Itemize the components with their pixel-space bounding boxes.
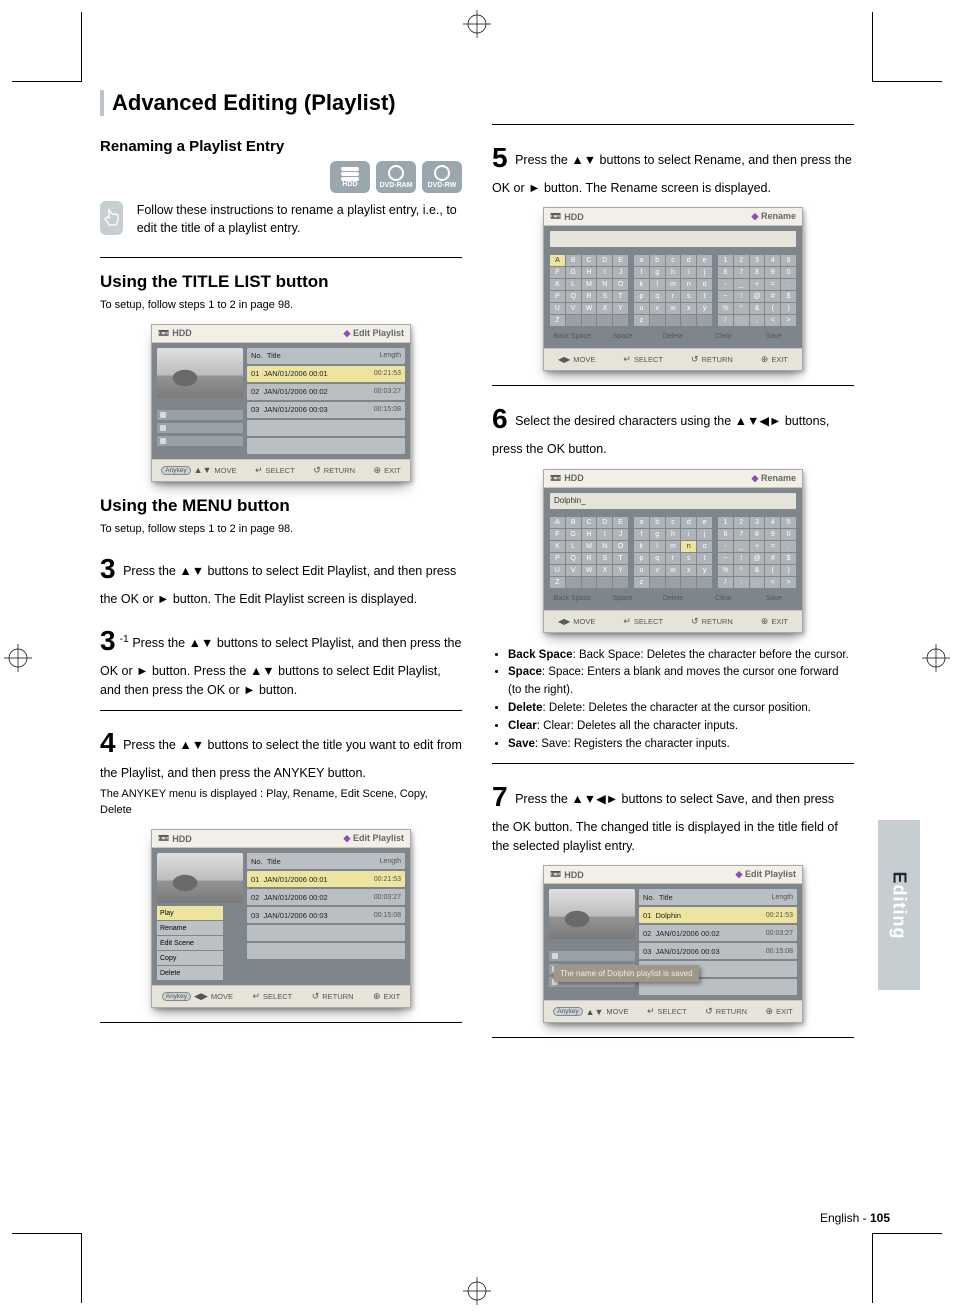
- crop-mark-br: [872, 1233, 942, 1303]
- popup-play: Play: [157, 906, 223, 920]
- media-badges: HDD DVD-RAM DVD-RW: [100, 161, 462, 193]
- final-screenshot: 📼HDD◆ Edit Playlist No. TitleLength 01 D…: [543, 865, 803, 1023]
- popup-editscene: Edit Scene: [157, 936, 223, 950]
- left-ref-heading: Using the TITLE LIST button: [100, 272, 462, 292]
- subsection-title: Renaming a Playlist Entry: [100, 138, 462, 155]
- step-6-notes: Back Space: Back Space: Deletes the char…: [492, 647, 854, 754]
- separator: [100, 257, 462, 258]
- step-6: 6 Select the desired characters using th…: [492, 398, 854, 459]
- step-4-note: The ANYKEY menu is displayed : Play, Ren…: [100, 787, 462, 819]
- registration-mark-top: [463, 10, 491, 38]
- crop-mark-bl: [12, 1233, 82, 1303]
- step-3-1: 3-1 Press the ▲▼ buttons to select Playl…: [100, 620, 462, 700]
- anykey-popup-screenshot: 📼HDD◆ Edit Playlist Play Rename Edit Sce…: [151, 829, 411, 1008]
- editplaylist-screenshot: 📼HDD◆ Edit Playlist No. TitleLength 01 J…: [151, 324, 411, 482]
- separator: [492, 124, 854, 125]
- side-tab-rest: diting: [890, 884, 910, 939]
- saved-banner: The name of Dolphin playlist is saved: [554, 965, 699, 982]
- rename-keyboard-after: 📼HDD◆ Rename Dolphin_ ABCDEFGHIJKLMNOPQR…: [543, 469, 803, 633]
- separator: [492, 1037, 854, 1038]
- separator: [492, 763, 854, 764]
- left-menu-heading: Using the MENU button: [100, 496, 462, 516]
- title-bar-icon: [100, 90, 104, 116]
- rename-keyboard-before: 📼HDD◆ Rename ABCDEFGHIJKLMNOPQRSTUVWXYZ …: [543, 207, 803, 371]
- step-7: 7 Press the ▲▼◀► buttons to select Save,…: [492, 776, 854, 856]
- page-number: English - 105: [820, 1211, 890, 1225]
- step-5: 5 Press the ▲▼ buttons to select Rename,…: [492, 137, 854, 198]
- dvdrw-badge: DVD-RW: [422, 161, 462, 193]
- section-title: Advanced Editing (Playlist): [100, 90, 462, 116]
- intro-text: Follow these instructions to rename a pl…: [137, 201, 462, 237]
- popup-delete: Delete: [157, 966, 223, 980]
- step-3: 3 Press the ▲▼ buttons to select Edit Pl…: [100, 548, 462, 609]
- left-menu-note: To setup, follow steps 1 to 2 in page 98…: [100, 522, 462, 538]
- step-4: 4 Press the ▲▼ buttons to select the tit…: [100, 722, 462, 783]
- section-title-text: Advanced Editing (Playlist): [112, 90, 396, 116]
- crop-mark-tr: [872, 12, 942, 82]
- left-ref-note: To setup, follow steps 1 to 2 in page 98…: [100, 298, 462, 314]
- playlist-rows: No. TitleLength 01 JAN/01/2006 00:0100:2…: [247, 348, 405, 454]
- registration-mark-bottom: [463, 1277, 491, 1305]
- dvdram-badge: DVD-RAM: [376, 161, 416, 193]
- popup-rename: Rename: [157, 921, 223, 935]
- registration-mark-right: [922, 644, 950, 672]
- popup-copy: Copy: [157, 951, 223, 965]
- touch-icon: [100, 201, 123, 235]
- side-tab: Editing: [878, 820, 920, 990]
- hdd-badge: HDD: [330, 161, 370, 193]
- registration-mark-left: [4, 644, 32, 672]
- separator: [100, 710, 462, 711]
- separator: [100, 1022, 462, 1023]
- crop-mark-tl: [12, 12, 82, 82]
- separator: [492, 385, 854, 386]
